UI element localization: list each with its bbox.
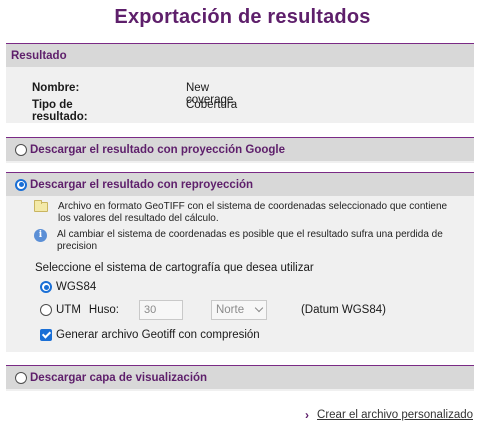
- geotiff-compress-checkbox[interactable]: [40, 329, 52, 341]
- info-icon: i: [34, 229, 47, 242]
- reprojection-radio[interactable]: [15, 178, 27, 191]
- utm-row: UTM Huso: 30 Norte (Datum WGS84): [40, 300, 386, 320]
- folder-icon: [34, 200, 48, 212]
- file-info-text: Archivo en formato GeoTIFF con el sistem…: [58, 201, 448, 224]
- huso-label: Huso:: [88, 304, 119, 316]
- reprojection-section: Descargar el resultado con reproyección …: [6, 172, 474, 352]
- result-section: Resultado Nombre: New coverage Tipo de r…: [6, 43, 474, 123]
- geotiff-compress-option[interactable]: Generar archivo Geotiff con compresión: [40, 329, 260, 341]
- huso-input[interactable]: 30: [138, 300, 183, 320]
- result-type-value: Cobertura: [186, 99, 238, 111]
- reprojection-option[interactable]: Descargar el resultado con reproyección: [6, 172, 474, 196]
- utm-label: UTM: [56, 304, 81, 316]
- result-section-heading: Resultado: [6, 43, 474, 67]
- wgs84-radio[interactable]: [40, 281, 52, 293]
- hemisphere-value: Norte: [215, 304, 245, 316]
- google-option-section: Descargar el resultado con proyección Go…: [6, 137, 474, 163]
- utm-radio[interactable]: [40, 304, 52, 316]
- create-file-link[interactable]: Crear el archivo personalizado: [317, 409, 473, 421]
- visualization-layer-label: Descargar capa de visualización: [30, 371, 208, 384]
- visualization-layer-option[interactable]: Descargar capa de visualización: [6, 365, 474, 389]
- layer-option-section: Descargar capa de visualización: [6, 365, 474, 391]
- google-projection-radio[interactable]: [15, 143, 27, 156]
- hemisphere-select[interactable]: Norte: [210, 300, 267, 320]
- visualization-layer-radio[interactable]: [15, 371, 27, 384]
- name-label: Nombre:: [32, 82, 80, 94]
- precision-warning-text: Al cambiar el sistema de coordenadas es …: [57, 229, 443, 252]
- datum-label: (Datum WGS84): [300, 304, 386, 316]
- chevron-right-icon: ›: [305, 408, 310, 422]
- create-file-link-row: › Crear el archivo personalizado: [305, 408, 473, 422]
- chevron-down-icon: [254, 303, 264, 313]
- precision-warning: i Al cambiar el sistema de coordenadas e…: [34, 229, 457, 253]
- wgs84-option[interactable]: WGS84: [40, 281, 96, 293]
- file-info: Archivo en formato GeoTIFF con el sistem…: [34, 200, 458, 225]
- google-projection-label: Descargar el resultado con proyección Go…: [30, 143, 285, 156]
- result-type-label: Tipo de resultado:: [32, 99, 88, 123]
- google-projection-option[interactable]: Descargar el resultado con proyección Go…: [6, 137, 474, 161]
- wgs84-label: WGS84: [56, 281, 97, 293]
- page-title: Exportación de resultados: [114, 6, 371, 28]
- cartography-prompt: Seleccione el sistema de cartografía que…: [35, 262, 314, 274]
- geotiff-compress-label: Generar archivo Geotiff con compresión: [56, 329, 260, 341]
- reprojection-label: Descargar el resultado con reproyección: [30, 178, 254, 191]
